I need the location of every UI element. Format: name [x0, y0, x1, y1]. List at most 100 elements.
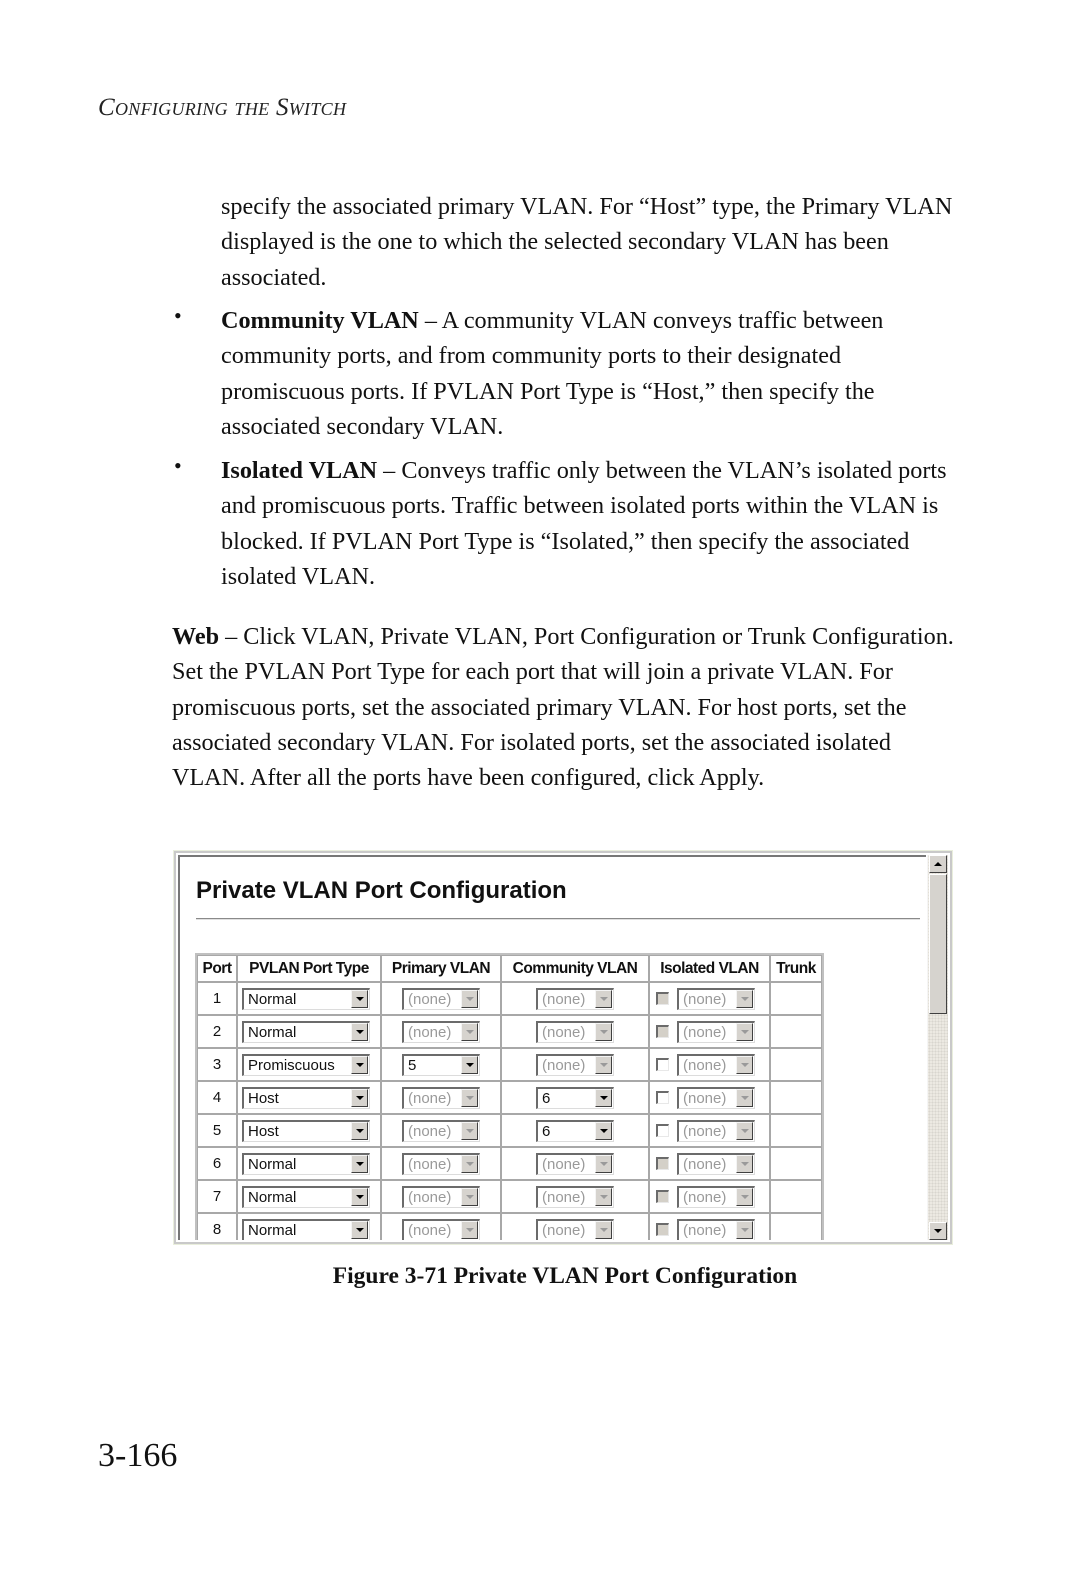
primary-vlan-select[interactable]: 5 — [402, 1053, 480, 1076]
vertical-scrollbar[interactable] — [927, 855, 948, 1240]
dropdown-arrow-button — [461, 1122, 478, 1140]
chevron-down-icon — [740, 1129, 749, 1133]
dropdown-arrow-button[interactable] — [351, 1155, 368, 1173]
column-header-primary-vlan: Primary VLAN — [381, 955, 501, 982]
table-row: 7 Normal (none) (none) (none) — [197, 1180, 822, 1213]
trunk-cell — [770, 1081, 822, 1114]
dropdown-arrow-button — [736, 1023, 753, 1041]
isolated-vlan-select-value: (none) — [683, 1221, 727, 1239]
community-vlan-cell: (none) — [501, 1213, 649, 1240]
dropdown-arrow-button[interactable] — [351, 1221, 368, 1239]
dropdown-arrow-button — [736, 1056, 753, 1074]
chevron-down-icon — [599, 997, 608, 1001]
dropdown-arrow-button[interactable] — [351, 1056, 368, 1074]
bullet-icon: • — [174, 453, 182, 478]
table-header-row: Port PVLAN Port Type Primary VLAN Commun… — [197, 955, 822, 982]
isolated-vlan-checkbox[interactable] — [656, 1091, 669, 1104]
dropdown-arrow-button — [595, 990, 612, 1008]
community-vlan-cell: (none) — [501, 1048, 649, 1081]
dropdown-arrow-button — [736, 1155, 753, 1173]
pvlan-port-type-select-value: Normal — [248, 1221, 297, 1239]
port-cell: 8 — [197, 1213, 237, 1240]
bullet-term: Isolated VLAN — [221, 457, 378, 484]
community-vlan-cell: (none) — [501, 1180, 649, 1213]
community-vlan-cell: (none) — [501, 982, 649, 1015]
dropdown-arrow-button[interactable] — [595, 1089, 612, 1107]
isolated-vlan-select: (none) — [677, 1053, 755, 1076]
pvlan-port-type-select[interactable]: Normal — [242, 1020, 370, 1043]
isolated-vlan-checkbox — [656, 1025, 669, 1038]
primary-vlan-select-value: (none) — [408, 1023, 452, 1041]
chevron-down-icon — [355, 997, 364, 1001]
isolated-vlan-select-value: (none) — [683, 1155, 727, 1173]
pvlan-port-type-select[interactable]: Normal — [242, 1185, 370, 1208]
isolated-vlan-select: (none) — [677, 1086, 755, 1109]
pvlan-port-type-select[interactable]: Normal — [242, 1218, 370, 1240]
isolated-vlan-cell: (none) — [649, 1048, 770, 1081]
scrollbar-thumb[interactable] — [929, 874, 947, 1014]
primary-vlan-cell: (none) — [381, 1015, 501, 1048]
trunk-cell — [770, 1180, 822, 1213]
community-vlan-select-value: (none) — [542, 1221, 586, 1239]
primary-vlan-select: (none) — [402, 987, 480, 1010]
isolated-vlan-checkbox[interactable] — [656, 1124, 669, 1137]
chevron-down-icon — [740, 1063, 749, 1067]
port-cell: 5 — [197, 1114, 237, 1147]
pvlan-port-type-select-value: Host — [248, 1089, 279, 1107]
community-vlan-select: (none) — [536, 1020, 614, 1043]
community-vlan-select[interactable]: 6 — [536, 1086, 614, 1109]
dropdown-arrow-button — [736, 1221, 753, 1239]
dropdown-arrow-button[interactable] — [595, 1122, 612, 1140]
scroll-up-button[interactable] — [929, 855, 947, 873]
web-instructions-paragraph: Web – Click VLAN, Private VLAN, Port Con… — [172, 619, 967, 795]
table-row: 2 Normal (none) (none) (none) — [197, 1015, 822, 1048]
isolated-vlan-select-value: (none) — [683, 1089, 727, 1107]
dropdown-arrow-button — [736, 1089, 753, 1107]
primary-vlan-cell: (none) — [381, 1147, 501, 1180]
dropdown-arrow-button — [736, 1188, 753, 1206]
scroll-down-button[interactable] — [929, 1222, 947, 1240]
dropdown-arrow-button — [736, 1122, 753, 1140]
dropdown-arrow-button[interactable] — [461, 1056, 478, 1074]
chevron-down-icon — [599, 1228, 608, 1232]
pvlan-port-type-select[interactable]: Normal — [242, 1152, 370, 1175]
table-row: 5 Host (none) 6 (none) — [197, 1114, 822, 1147]
chevron-down-icon — [355, 1162, 364, 1166]
pvlan-port-type-cell: Normal — [237, 1180, 381, 1213]
pvlan-port-type-select-value: Normal — [248, 990, 297, 1008]
dropdown-arrow-button[interactable] — [351, 1122, 368, 1140]
community-vlan-select[interactable]: 6 — [536, 1119, 614, 1142]
title-divider — [196, 918, 920, 920]
dropdown-arrow-button[interactable] — [351, 1089, 368, 1107]
pvlan-port-type-select[interactable]: Host — [242, 1086, 370, 1109]
primary-vlan-select: (none) — [402, 1152, 480, 1175]
chevron-down-icon — [355, 1096, 364, 1100]
chevron-down-icon — [355, 1063, 364, 1067]
dropdown-arrow-button[interactable] — [351, 1188, 368, 1206]
bullet-term: Community VLAN — [221, 307, 419, 334]
column-header-community-vlan: Community VLAN — [501, 955, 649, 982]
port-config-table: Port PVLAN Port Type Primary VLAN Commun… — [195, 953, 824, 1240]
pvlan-port-type-select-value: Promiscuous — [248, 1056, 335, 1074]
isolated-vlan-checkbox — [656, 1223, 669, 1236]
pvlan-port-type-cell: Host — [237, 1081, 381, 1114]
primary-vlan-cell: (none) — [381, 1213, 501, 1240]
primary-vlan-select: (none) — [402, 1218, 480, 1240]
pvlan-port-type-select[interactable]: Host — [242, 1119, 370, 1142]
dropdown-arrow-button[interactable] — [351, 1023, 368, 1041]
community-vlan-select-value: 6 — [542, 1122, 551, 1140]
pvlan-port-type-select[interactable]: Normal — [242, 987, 370, 1010]
isolated-vlan-select: (none) — [677, 1185, 755, 1208]
trunk-cell — [770, 1114, 822, 1147]
chevron-down-icon — [465, 1162, 474, 1166]
chevron-down-icon — [599, 1195, 608, 1199]
pvlan-port-type-cell: Normal — [237, 1213, 381, 1240]
column-header-isolated-vlan: Isolated VLAN — [649, 955, 770, 982]
dropdown-arrow-button[interactable] — [351, 990, 368, 1008]
isolated-vlan-checkbox[interactable] — [656, 1058, 669, 1071]
pvlan-port-type-select[interactable]: Promiscuous — [242, 1053, 370, 1076]
table-body: 1 Normal (none) (none) (none) 2 Normal (none) (n… — [197, 982, 822, 1240]
primary-vlan-select: (none) — [402, 1086, 480, 1109]
chevron-down-icon — [465, 1063, 474, 1067]
isolated-vlan-checkbox — [656, 992, 669, 1005]
